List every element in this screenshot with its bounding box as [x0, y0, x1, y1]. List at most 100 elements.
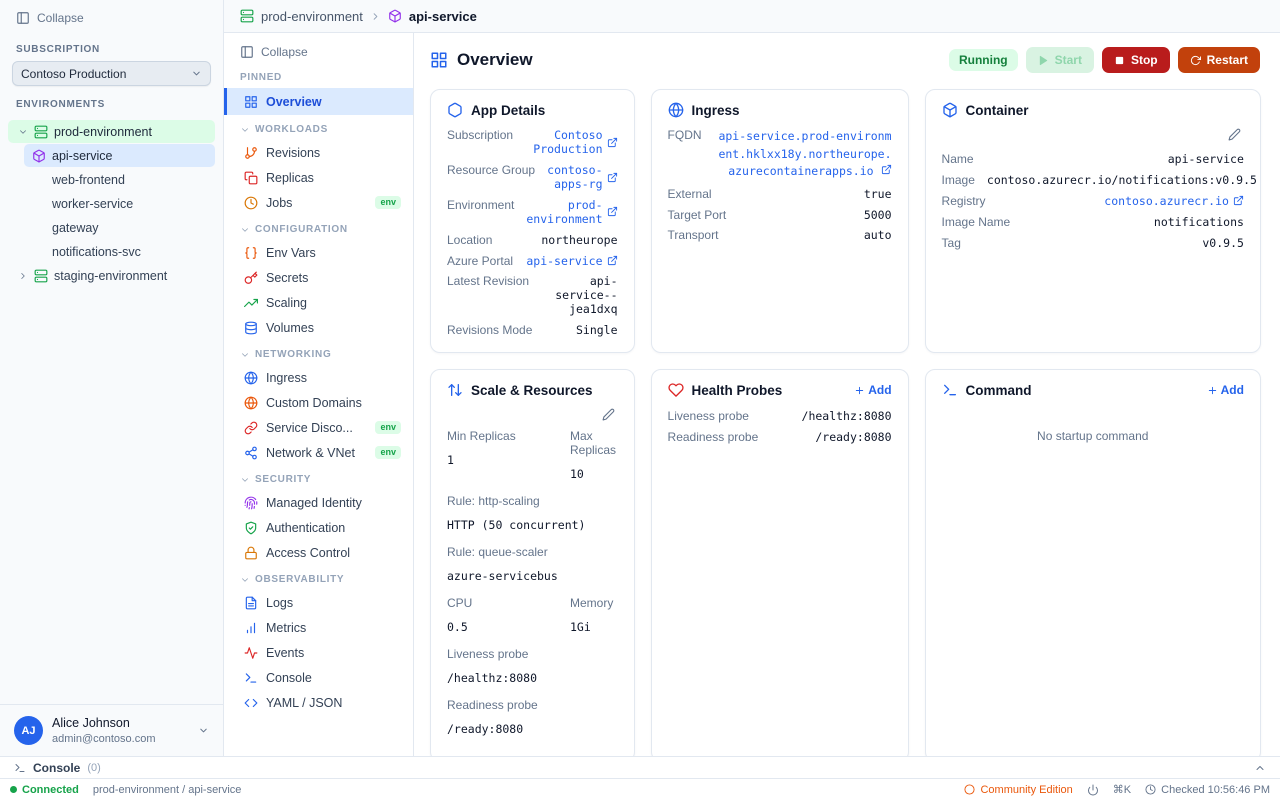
console-bar[interactable]: Console (0) [0, 756, 1280, 778]
env-badge: env [375, 421, 401, 434]
container-app-icon [32, 149, 46, 163]
nav-item-label: Logs [266, 596, 293, 610]
page-title: Overview [457, 50, 533, 70]
start-button[interactable]: Start [1026, 47, 1094, 73]
nav-item-overview[interactable]: Overview [224, 88, 413, 115]
braces-icon [244, 246, 258, 260]
chevron-up-icon[interactable] [1254, 762, 1266, 774]
add-probe-button[interactable]: Add [854, 383, 891, 397]
readiness-probe: Readiness probe /ready:8080 [447, 698, 618, 736]
nav-item-access-control[interactable]: Access Control [224, 540, 413, 565]
external-link-icon [607, 255, 618, 266]
edit-scale-button[interactable] [599, 405, 618, 427]
nav-item-network-vnet[interactable]: Network & VNet env [224, 440, 413, 465]
nav-item-env-vars[interactable]: Env Vars [224, 240, 413, 265]
nav-section-security[interactable]: SECURITY [224, 465, 413, 490]
chevron-down-icon [240, 125, 250, 135]
page-header: Overview Running Start Stop [430, 47, 1260, 73]
nav-item-custom-domains[interactable]: Custom Domains [224, 390, 413, 415]
edit-container-button[interactable] [1225, 125, 1244, 147]
nav-section-observability[interactable]: OBSERVABILITY [224, 565, 413, 590]
chevron-down-icon [240, 225, 250, 235]
ingress-card: Ingress FQDN api-service.prod-environmen… [651, 89, 909, 353]
tree-item-worker-service[interactable]: worker-service [24, 192, 215, 215]
overview-main: Overview Running Start Stop [414, 33, 1280, 756]
edition-badge[interactable]: Community Edition [964, 784, 1072, 796]
tree-item-api-service[interactable]: api-service [24, 144, 215, 167]
console-count: (0) [87, 762, 100, 774]
nav-item-label: Volumes [266, 321, 314, 335]
nav-item-label: Secrets [266, 271, 308, 285]
nav-item-replicas[interactable]: Replicas [224, 165, 413, 190]
environment-link[interactable]: prod-environment [526, 198, 617, 226]
nav-item-service-discovery[interactable]: Service Disco... env [224, 415, 413, 440]
container-app-icon [388, 9, 402, 23]
fqdn-link[interactable]: api-service.prod-environment.hklxx18y.no… [714, 128, 892, 180]
user-menu[interactable]: AJ Alice Johnson admin@contoso.com [0, 704, 223, 756]
nav-item-jobs[interactable]: Jobs env [224, 190, 413, 215]
tree-item-web-frontend[interactable]: web-frontend [24, 168, 215, 191]
nav-item-volumes[interactable]: Volumes [224, 315, 413, 340]
nav-item-metrics[interactable]: Metrics [224, 615, 413, 640]
health-probes-card: Health Probes Add Liveness probe /health… [651, 369, 909, 756]
status-badge: Running [949, 49, 1018, 71]
plus-icon [854, 385, 865, 396]
nav-section-workloads[interactable]: WORKLOADS [224, 115, 413, 140]
command-palette-shortcut[interactable]: ⌘K [1113, 783, 1131, 796]
terminal-icon [244, 671, 258, 685]
detail-row: Environment prod-environment [447, 195, 618, 230]
min-replicas: Min Replicas 1 [447, 429, 570, 481]
nav-item-ingress[interactable]: Ingress [224, 365, 413, 390]
detail-row: Latest Revision api-service--jea1dxq [447, 271, 618, 320]
detail-row: External true [668, 184, 892, 205]
nav-item-label: Jobs [266, 196, 292, 210]
stop-button[interactable]: Stop [1102, 47, 1170, 73]
tree-item-gateway[interactable]: gateway [24, 216, 215, 239]
collapse-label: Collapse [261, 45, 308, 59]
nav-item-managed-identity[interactable]: Managed Identity [224, 490, 413, 515]
nav-item-label: Network & VNet [266, 446, 355, 460]
context-path: prod-environment / api-service [93, 784, 242, 796]
app-details-icon [447, 102, 463, 118]
add-command-button[interactable]: Add [1207, 383, 1244, 397]
breadcrumb-environment[interactable]: prod-environment [261, 9, 363, 24]
nav-item-secrets[interactable]: Secrets [224, 265, 413, 290]
detail-row: Revisions Mode Single [447, 320, 618, 341]
nav-item-scaling[interactable]: Scaling [224, 290, 413, 315]
nav-item-logs[interactable]: Logs [224, 590, 413, 615]
azure-portal-link[interactable]: api-service [526, 254, 617, 268]
resource-group-link[interactable]: contoso-apps-rg [547, 163, 617, 191]
app-actions: Running Start Stop Restart [949, 47, 1260, 73]
nav-item-authentication[interactable]: Authentication [224, 515, 413, 540]
nav-collapse-button[interactable]: Collapse [224, 33, 413, 68]
card-title: Scale & Resources [471, 383, 618, 398]
collapse-label: Collapse [37, 11, 84, 25]
terminal-icon [14, 762, 26, 774]
tree-item-prod-environment[interactable]: prod-environment [8, 120, 215, 143]
nav-item-revisions[interactable]: Revisions [224, 140, 413, 165]
tree-item-notifications-svc[interactable]: notifications-svc [24, 240, 215, 263]
panel-left-icon [240, 45, 254, 59]
nav-item-label: Access Control [266, 546, 350, 560]
nav-item-yaml-json[interactable]: YAML / JSON [224, 690, 413, 715]
nav-item-console[interactable]: Console [224, 665, 413, 690]
grid-icon [244, 95, 258, 109]
nav-section-networking[interactable]: NETWORKING [224, 340, 413, 365]
scale-rule: Rule: queue-scaler azure-servicebus [447, 545, 618, 583]
registry-link[interactable]: contoso.azurecr.io [1104, 194, 1244, 208]
subscription-select[interactable]: Contoso Production [12, 61, 211, 86]
subscription-link[interactable]: Contoso Production [525, 128, 617, 156]
nav-item-events[interactable]: Events [224, 640, 413, 665]
app-label: api-service [52, 149, 112, 163]
tree-item-staging-environment[interactable]: staging-environment [8, 264, 215, 287]
pencil-icon [1228, 128, 1241, 141]
nav-section-configuration[interactable]: CONFIGURATION [224, 215, 413, 240]
nav-item-label: Console [266, 671, 312, 685]
clock-icon [244, 196, 258, 210]
restart-button[interactable]: Restart [1178, 47, 1260, 73]
external-link-icon [1233, 195, 1244, 206]
sidebar-collapse-button[interactable]: Collapse [0, 0, 223, 31]
power-icon[interactable] [1087, 784, 1099, 796]
detail-row: Location northeurope [447, 229, 618, 250]
globe-icon [244, 396, 258, 410]
